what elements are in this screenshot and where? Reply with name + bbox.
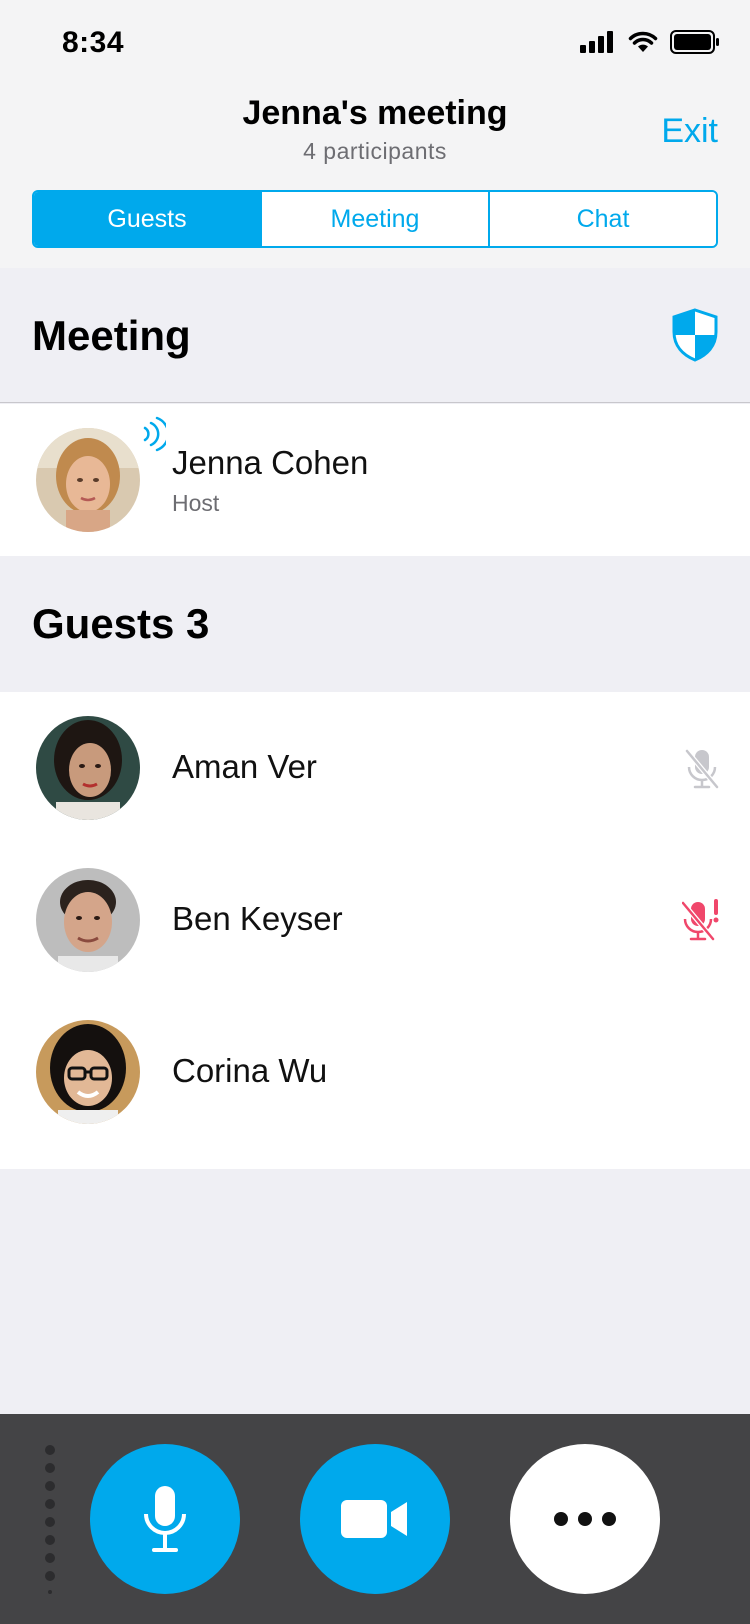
guests-section-header: Guests 3 <box>0 556 750 692</box>
camera-button[interactable] <box>300 1444 450 1594</box>
wifi-icon <box>628 31 658 52</box>
avatar <box>36 716 140 820</box>
guests-list: Aman Ver Ben Keyser Corina Wu <box>0 692 750 1169</box>
host-role: Host <box>172 490 220 516</box>
guests-section-title: Guests 3 <box>32 600 210 647</box>
participant-count: 4 participants <box>303 138 447 164</box>
signal-icon <box>580 31 613 53</box>
meeting-header: Jenna's meeting 4 participants Exit Gues… <box>0 90 750 268</box>
more-button[interactable] <box>510 1444 660 1594</box>
mic-muted-alert-icon <box>682 899 719 941</box>
list-item[interactable]: Corina Wu <box>0 996 750 1148</box>
status-bar: 8:34 <box>0 0 750 90</box>
tab-meeting[interactable]: Meeting <box>262 192 490 246</box>
host-row[interactable]: Jenna Cohen Host <box>0 404 750 556</box>
microphone-icon <box>144 1486 186 1552</box>
tab-chat[interactable]: Chat <box>490 192 716 246</box>
tab-guests[interactable]: Guests <box>34 192 262 246</box>
host-name: Jenna Cohen <box>172 444 369 481</box>
battery-icon <box>670 30 719 54</box>
avatar <box>36 868 140 972</box>
meeting-section-header: Meeting <box>0 268 750 403</box>
microphone-button[interactable] <box>90 1444 240 1594</box>
speaking-indicator-icon <box>143 416 166 452</box>
host-block: Jenna Cohen Host <box>0 404 750 556</box>
video-camera-icon <box>341 1500 407 1538</box>
list-item[interactable]: Ben Keyser <box>0 844 750 996</box>
call-controls-bar <box>0 1414 750 1624</box>
guest-name: Aman Ver <box>172 748 317 785</box>
drag-handle-icon[interactable] <box>44 1444 56 1594</box>
avatar <box>36 428 140 532</box>
exit-button[interactable]: Exit <box>661 112 718 151</box>
avatar <box>36 1020 140 1124</box>
status-icons <box>580 30 720 54</box>
guest-name: Ben Keyser <box>172 900 343 937</box>
mic-muted-icon <box>685 749 719 789</box>
meeting-title: Jenna's meeting <box>242 94 508 132</box>
guest-name: Corina Wu <box>172 1052 328 1089</box>
shield-icon[interactable] <box>672 308 718 362</box>
meeting-section-title: Meeting <box>32 312 191 359</box>
segmented-control: Guests Meeting Chat <box>32 190 718 248</box>
status-time: 8:34 <box>62 26 125 59</box>
more-dots-icon <box>554 1512 616 1526</box>
list-item[interactable]: Aman Ver <box>0 692 750 844</box>
